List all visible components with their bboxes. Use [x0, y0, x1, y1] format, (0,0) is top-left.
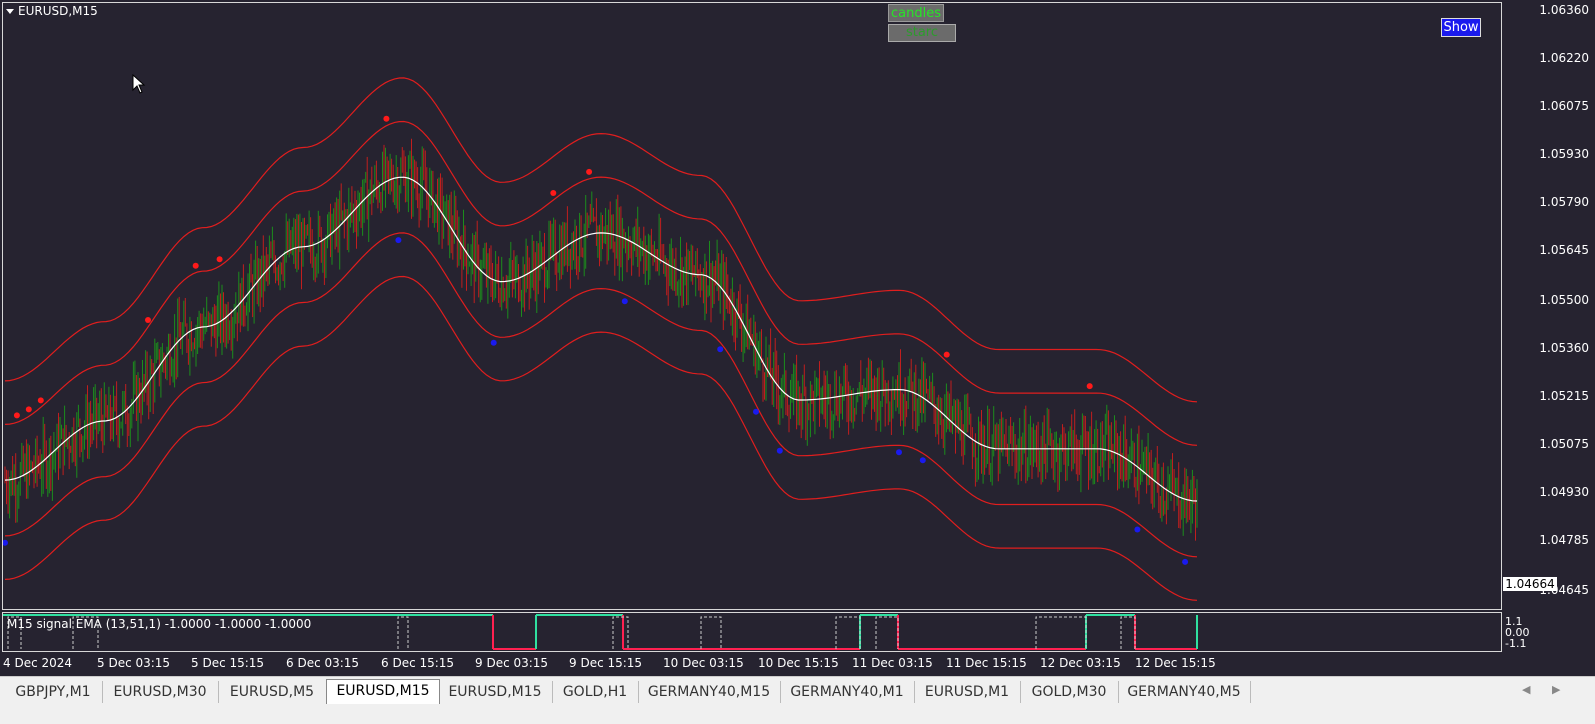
- chart-tab[interactable]: EURUSD,M30: [102, 681, 219, 703]
- time-axis-label: 10 Dec 03:15: [663, 656, 744, 670]
- price-axis-label: 1.05360: [1539, 341, 1589, 355]
- time-axis-label: 11 Dec 15:15: [946, 656, 1027, 670]
- buy-signal-dot: [896, 449, 902, 456]
- indicator-label: M15 signal EMA (13,51,1) -1.0000 -1.0000…: [7, 617, 312, 631]
- time-axis-label: 6 Dec 15:15: [381, 656, 455, 670]
- starc-button[interactable]: starc: [888, 24, 956, 42]
- sell-signal-dot: [943, 351, 950, 358]
- time-axis-label: 12 Dec 15:15: [1135, 656, 1216, 670]
- time-axis-label: 6 Dec 03:15: [286, 656, 360, 670]
- price-axis-label: 1.04785: [1539, 533, 1589, 547]
- price-axis-label: 1.05215: [1539, 389, 1589, 403]
- buy-signal-dot: [753, 408, 759, 415]
- price-axis-label: 1.05500: [1539, 293, 1589, 307]
- buy-signal-dot: [490, 339, 497, 346]
- keltner-band-1: [4, 120, 1198, 446]
- buy-signal-dot: [919, 457, 926, 464]
- chart-tab[interactable]: GERMANY40,M1: [780, 681, 915, 703]
- price-axis-label: 1.06075: [1539, 99, 1589, 113]
- price-chart-svg: [2, 77, 1198, 601]
- time-axis-label: 4 Dec 2024: [3, 656, 73, 670]
- sell-signal-dot: [13, 412, 20, 419]
- chart-tab[interactable]: GERMANY40,M15: [638, 681, 781, 703]
- symbol-title: EURUSD,M15: [18, 4, 98, 18]
- buy-signal-dot: [621, 298, 628, 305]
- sell-signal-dot: [25, 406, 32, 413]
- buy-signal-dot: [776, 447, 783, 454]
- time-axis-label: 9 Dec 15:15: [569, 656, 643, 670]
- signal-dashed-line: [835, 616, 861, 649]
- sell-signal-dot: [1086, 383, 1093, 390]
- signal-dashed-line: [1035, 616, 1087, 649]
- chart-tab[interactable]: EURUSD,M15: [438, 681, 553, 703]
- dropdown-triangle-icon[interactable]: [6, 9, 14, 14]
- time-axis-label: 5 Dec 15:15: [191, 656, 265, 670]
- signal-dashed-line: [612, 616, 629, 649]
- sell-signal-dot: [145, 317, 151, 323]
- price-axis-label: 1.05930: [1539, 147, 1589, 161]
- price-axis-label: 1.05645: [1539, 243, 1589, 257]
- price-axis-label: 1.05790: [1539, 195, 1589, 209]
- price-axis-label: 1.04930: [1539, 485, 1589, 499]
- buy-signal-dot: [1182, 558, 1189, 565]
- price-chart[interactable]: [2, 2, 1502, 610]
- chart-title[interactable]: EURUSD,M15: [6, 4, 98, 18]
- time-axis-label: 10 Dec 15:15: [758, 656, 839, 670]
- price-axis-label: 1.06220: [1539, 51, 1589, 65]
- tab-scroll-right-icon[interactable]: ▶: [1552, 683, 1560, 696]
- tab-scroll-left-icon[interactable]: ◀: [1522, 683, 1530, 696]
- chart-tab-bar: GBPJPY,M1 EURUSD,M30 EURUSD,M5 EURUSD,M15 EU…: [0, 676, 1595, 724]
- chart-tab[interactable]: GOLD,H1: [552, 681, 639, 703]
- sell-signal-dot: [383, 115, 390, 122]
- sell-signal-dot: [37, 397, 44, 404]
- chart-tab[interactable]: GOLD,M30: [1020, 681, 1119, 703]
- buy-signal-dot: [1134, 526, 1141, 533]
- chart-tab[interactable]: GERMANY40,M5: [1118, 681, 1251, 703]
- time-axis-label: 5 Dec 03:15: [97, 656, 171, 670]
- signal-dashed-line: [700, 616, 722, 649]
- chart-tab[interactable]: EURUSD,M1: [914, 681, 1021, 703]
- signal-dashed-line: [875, 616, 899, 649]
- price-axis-label: 1.05075: [1539, 437, 1589, 451]
- signal-dashed-line: [397, 616, 409, 649]
- indicator-tick-bottom: -1.1: [1505, 637, 1527, 650]
- chart-tab[interactable]: EURUSD,M5: [218, 681, 327, 703]
- time-axis-label: 12 Dec 03:15: [1040, 656, 1121, 670]
- buy-signal-dot: [2, 539, 8, 546]
- sell-signal-dot: [192, 262, 199, 269]
- mouse-cursor-icon: [132, 74, 146, 94]
- chart-tab[interactable]: GBPJPY,M1: [4, 681, 103, 703]
- current-price-label: 1.04664: [1503, 577, 1557, 591]
- candles-button[interactable]: candles: [888, 4, 944, 22]
- price-axis-label: 1.06360: [1539, 3, 1589, 17]
- chart-tab[interactable]: EURUSD,M15: [326, 679, 440, 704]
- time-axis-label: 11 Dec 03:15: [852, 656, 933, 670]
- signal-dashed-line: [1120, 616, 1136, 649]
- sell-signal-dot: [586, 168, 593, 175]
- keltner-band-2: [4, 232, 1198, 558]
- buy-signal-dot: [395, 237, 402, 244]
- sell-signal-dot: [550, 190, 557, 196]
- buy-signal-dot: [717, 346, 724, 353]
- sell-signal-dot: [216, 256, 223, 263]
- chart-window[interactable]: EURUSD,M15 candles starc Show 1.06360 1.0…: [0, 0, 1595, 690]
- time-axis-label: 9 Dec 03:15: [475, 656, 549, 670]
- show-button[interactable]: Show: [1441, 18, 1481, 37]
